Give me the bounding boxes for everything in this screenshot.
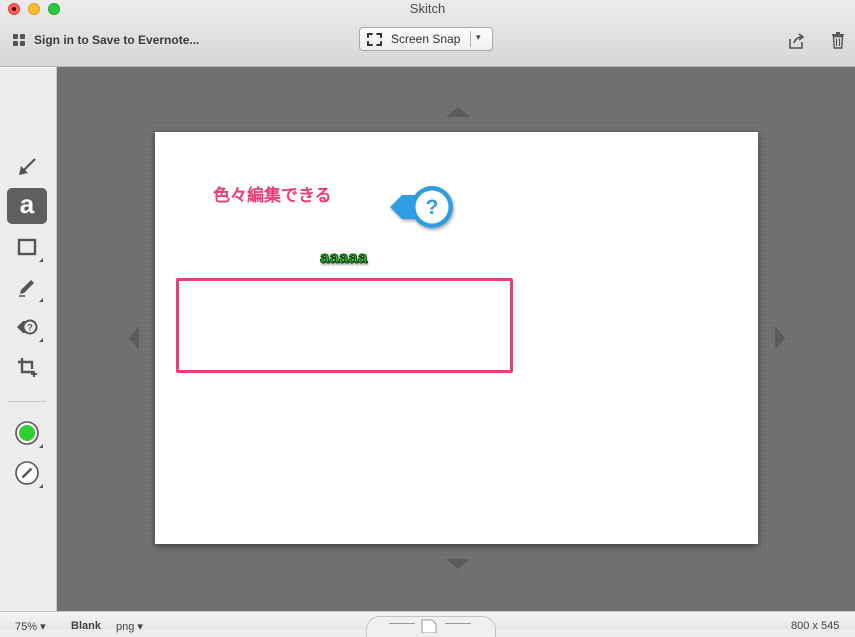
arrow-tool-button[interactable] bbox=[7, 149, 47, 185]
snap-divider bbox=[470, 31, 471, 47]
tab-line-right bbox=[445, 623, 471, 624]
drag-thumbnail-tab[interactable] bbox=[366, 616, 496, 637]
sign-in-button[interactable]: Sign in to Save to Evernote... bbox=[13, 33, 199, 47]
text-icon: a bbox=[19, 188, 35, 219]
screen-snap-label: Screen Snap bbox=[391, 32, 461, 46]
color-swatch-icon bbox=[15, 421, 39, 445]
image-dimensions: 800 x 545 bbox=[791, 620, 840, 632]
svg-text:?: ? bbox=[27, 323, 33, 333]
color-picker-button[interactable] bbox=[7, 415, 47, 451]
rectangle-annotation[interactable] bbox=[176, 278, 513, 373]
stroke-width-button[interactable] bbox=[7, 455, 47, 491]
palette-divider bbox=[8, 401, 46, 402]
callout-stamp-icon[interactable]: ? bbox=[388, 182, 458, 232]
tab-line-left bbox=[389, 623, 415, 624]
marker-icon bbox=[19, 280, 34, 297]
zoom-select[interactable]: 75% ▾ bbox=[15, 620, 46, 633]
grid-icon bbox=[13, 33, 26, 47]
marker-tool-button[interactable] bbox=[7, 269, 47, 305]
rectangle-icon bbox=[17, 238, 37, 256]
nav-up-icon[interactable] bbox=[446, 107, 470, 117]
crop-tool-button[interactable] bbox=[7, 349, 47, 385]
stroke-width-icon bbox=[15, 461, 39, 485]
nav-left-icon[interactable] bbox=[129, 326, 139, 350]
status-bar: 75% ▾ Blank png ▾ 800 x 545 bbox=[0, 611, 855, 637]
share-icon[interactable] bbox=[787, 32, 805, 50]
callout-tool-icon: ? bbox=[17, 319, 38, 335]
nav-right-icon[interactable] bbox=[775, 326, 785, 350]
screen-snap-button[interactable]: Screen Snap ▾ bbox=[359, 27, 493, 51]
rectangle-tool-button[interactable] bbox=[7, 229, 47, 265]
document-icon bbox=[421, 619, 437, 633]
screen-snap-icon bbox=[367, 32, 382, 46]
text-annotation-green[interactable]: aaaaa bbox=[319, 248, 367, 268]
arrow-icon bbox=[19, 158, 36, 175]
background-select[interactable]: Blank bbox=[71, 620, 101, 632]
window-title: Skitch bbox=[409, 1, 446, 16]
crop-icon bbox=[18, 358, 37, 377]
text-annotation-japanese[interactable]: 色々編集できる bbox=[213, 181, 332, 206]
nav-down-icon[interactable] bbox=[446, 559, 470, 569]
sign-in-label: Sign in to Save to Evernote... bbox=[34, 33, 200, 47]
callout-question-mark: ? bbox=[426, 196, 439, 219]
title-bar: Skitch Sign in to Save to Evernote... Sc… bbox=[0, 0, 855, 67]
format-select[interactable]: png ▾ bbox=[116, 620, 143, 633]
snap-dropdown-icon[interactable]: ▾ bbox=[476, 32, 481, 43]
tool-palette: a ? bbox=[0, 67, 57, 611]
text-tool-button[interactable]: a bbox=[7, 188, 47, 224]
stamp-tool-button[interactable]: ? bbox=[7, 309, 47, 345]
trash-icon[interactable] bbox=[831, 31, 845, 49]
